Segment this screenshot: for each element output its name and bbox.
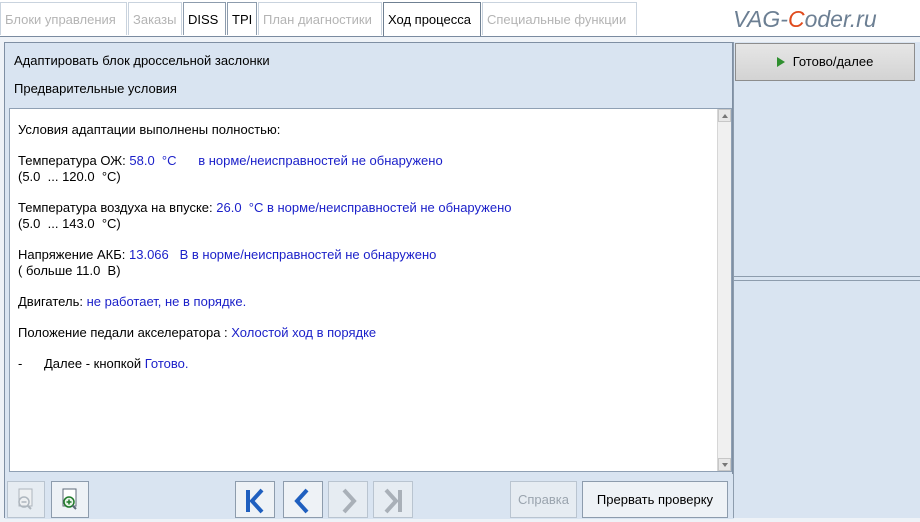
engine-label: Двигатель: <box>18 294 87 309</box>
zoom-in-icon <box>62 488 77 510</box>
intake-line: Температура воздуха на впуске: 26.0 °C в… <box>18 200 718 216</box>
tab-tpi[interactable]: TPI <box>227 2 257 35</box>
scroll-up-button[interactable] <box>718 109 731 122</box>
tab-process[interactable]: Ход процесса <box>383 2 481 37</box>
zoom-out-button[interactable] <box>7 481 45 518</box>
next-button[interactable] <box>328 481 368 518</box>
tab-bar: Блоки управления Заказы DISS TPI План ди… <box>0 0 920 37</box>
battery-line: Напряжение АКБ: 13.066 В в норме/неиспра… <box>18 247 718 263</box>
bottom-toolbar: Справка Прервать проверку <box>5 474 734 519</box>
scroll-down-button[interactable] <box>718 458 731 471</box>
next-label: - Далее - кнопкой <box>18 356 145 371</box>
intake-label: Температура воздуха на впуске: <box>18 200 217 215</box>
pedal-label: Положение педали акселератора : <box>18 325 232 340</box>
skip-to-start-icon <box>246 488 264 514</box>
tab-diss[interactable]: DISS <box>183 2 226 35</box>
tab-control-units[interactable]: Блоки управления <box>0 2 127 35</box>
coolant-value: 58.0 °C в норме/неисправностей не обнару… <box>129 153 443 168</box>
conditions-text-box[interactable]: Условия адаптации выполнены полностью: Т… <box>9 108 732 472</box>
next-line: - Далее - кнопкой Готово. <box>18 356 718 372</box>
intake-value: 26.0 °C в норме/неисправностей не обнару… <box>216 200 512 215</box>
ready-next-button[interactable]: Готово/далее <box>735 43 915 81</box>
skip-to-end-icon <box>384 488 402 514</box>
chevron-right-icon <box>342 488 357 514</box>
pedal-value: Холостой ход в порядке <box>231 325 377 340</box>
conditions-text: Условия адаптации выполнены полностью: Т… <box>18 122 718 372</box>
panel-separator <box>733 276 920 277</box>
next-value: Готово. <box>144 356 189 371</box>
ready-next-label: Готово/далее <box>792 54 874 69</box>
intake-range: (5.0 ... 143.0 °C) <box>18 216 121 231</box>
engine-line: Двигатель: не работает, не в порядке. <box>18 294 718 310</box>
engine-value: не работает, не в порядке. <box>86 294 247 309</box>
procedure-panel: Адаптировать блок дроссельной заслонки П… <box>4 42 734 519</box>
play-icon <box>776 57 785 67</box>
help-button[interactable]: Справка <box>510 481 577 518</box>
last-page-button[interactable] <box>373 481 413 518</box>
zoom-out-icon <box>18 488 33 510</box>
abort-test-button[interactable]: Прервать проверку <box>582 481 728 518</box>
arrow-down-icon <box>722 463 728 467</box>
coolant-line: Температура ОЖ: 58.0 °C в норме/неисправ… <box>18 153 718 169</box>
watermark-prefix: VAG- <box>733 6 788 32</box>
arrow-up-icon <box>722 114 728 118</box>
watermark-logo: VAG-Coder.ru <box>733 6 877 33</box>
vertical-scrollbar[interactable] <box>717 109 731 471</box>
zoom-in-button[interactable] <box>51 481 89 518</box>
procedure-title: Адаптировать блок дроссельной заслонки <box>14 53 270 68</box>
tab-diagnostic-plan[interactable]: План диагностики <box>258 2 382 35</box>
first-page-button[interactable] <box>235 481 275 518</box>
action-panel: Готово/далее <box>733 42 920 518</box>
battery-label: Напряжение АКБ: <box>18 247 129 262</box>
procedure-subtitle: Предварительные условия <box>14 81 177 96</box>
watermark-c: C <box>787 6 805 32</box>
intro-line: Условия адаптации выполнены полностью: <box>18 122 281 137</box>
watermark-suffix: oder.ru <box>804 6 877 32</box>
tab-orders[interactable]: Заказы <box>128 2 182 35</box>
tab-special-functions[interactable]: Специальные функции <box>482 2 637 35</box>
battery-value: 13.066 В в норме/неисправностей не обнар… <box>129 247 437 262</box>
battery-range: ( больше 11.0 В) <box>18 263 121 278</box>
chevron-left-icon <box>294 488 309 514</box>
coolant-label: Температура ОЖ: <box>18 153 130 168</box>
pedal-line: Положение педали акселератора : Холостой… <box>18 325 718 341</box>
main-frame: Адаптировать блок дроссельной заслонки П… <box>0 36 920 522</box>
panel-separator-2 <box>733 280 920 281</box>
coolant-range: (5.0 ... 120.0 °C) <box>18 169 121 184</box>
previous-button[interactable] <box>283 481 323 518</box>
